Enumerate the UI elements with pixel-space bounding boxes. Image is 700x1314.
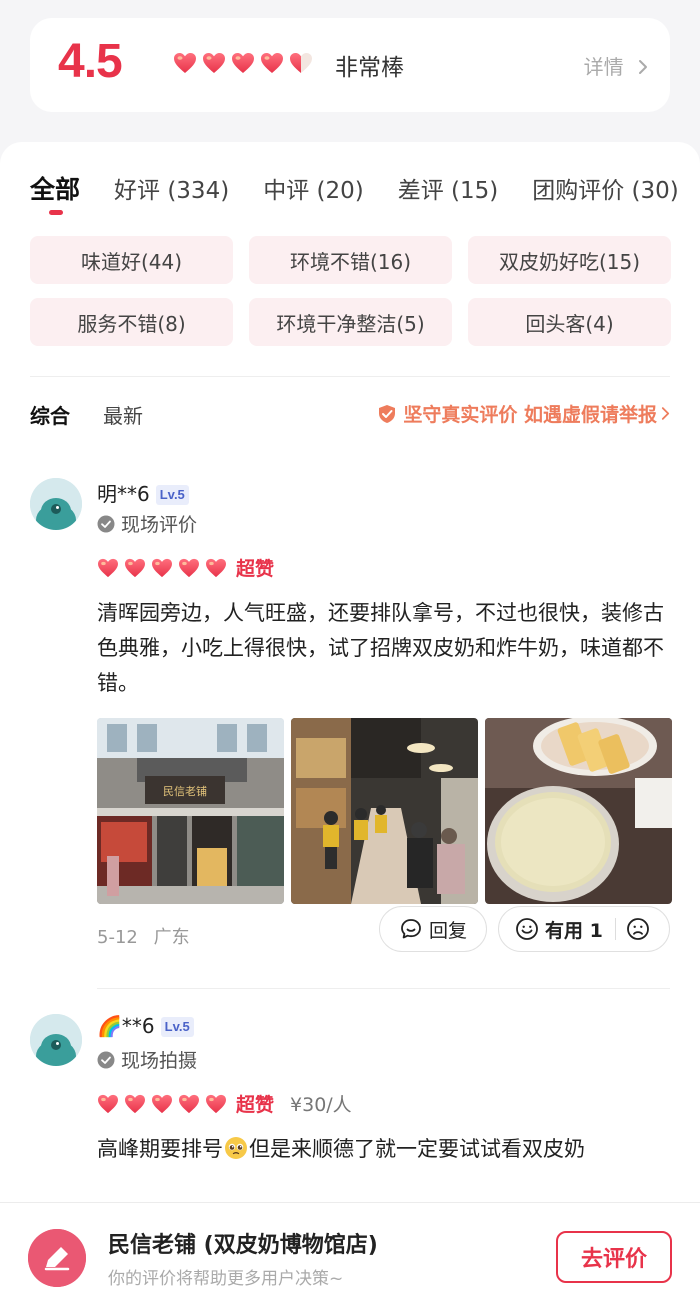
reply-label: 回复	[428, 919, 467, 942]
tab-positive[interactable]: 好评 (334)	[114, 171, 229, 205]
shop-subtitle: 你的评价将帮助更多用户决策~	[108, 1269, 344, 1289]
check-badge-icon	[97, 515, 115, 532]
check-badge-icon	[97, 1051, 115, 1068]
smile-icon	[516, 918, 538, 940]
review-photo[interactable]	[291, 718, 478, 904]
verified-label-text: 现场拍摄	[121, 1050, 198, 1072]
rating-word: 超赞	[236, 558, 275, 580]
useful-label: 有用 1	[545, 919, 603, 942]
not-useful-button[interactable]	[626, 917, 656, 941]
rating-score: 4.5	[58, 35, 123, 88]
authenticity-notice-text: 坚守真实评价 如遇虚假请举报	[403, 404, 657, 426]
verified-label: 现场评价	[97, 510, 197, 537]
rating-hearts	[173, 52, 313, 74]
sort-comprehensive[interactable]: 综合	[30, 400, 70, 429]
review-rating: 超赞 ¥30/人	[97, 1090, 352, 1117]
heart-icon	[178, 558, 200, 578]
tag-good-service[interactable]: 服务不错(8)	[30, 298, 233, 346]
useful-feedback: 有用 1	[498, 906, 670, 952]
write-review-icon[interactable]	[28, 1229, 86, 1287]
heart-icon	[97, 558, 119, 578]
photo-sign-text: 民信老铺	[163, 785, 207, 798]
tag-nice-environment[interactable]: 环境不错(16)	[249, 236, 452, 284]
reviewer-name-text: 明**6	[97, 482, 150, 506]
tag-taste-good[interactable]: 味道好(44)	[30, 236, 233, 284]
active-tab-indicator	[49, 210, 63, 215]
review-tags: 味道好(44) 环境不错(16) 双皮奶好吃(15) 服务不错(8) 环境干净整…	[30, 236, 671, 346]
level-badge: Lv.5	[160, 1017, 194, 1037]
write-review-button[interactable]: 去评价	[556, 1231, 672, 1283]
heart-icon	[124, 1094, 146, 1114]
chevron-right-icon	[638, 55, 648, 79]
reviewer-name-text: 🌈**6	[97, 1014, 155, 1038]
review-rating: 超赞	[97, 554, 274, 581]
review-photo[interactable]: 民信老铺	[97, 718, 284, 904]
divider	[97, 988, 670, 989]
rating-word: 超赞	[236, 1094, 275, 1116]
divider	[30, 376, 670, 377]
heart-icon	[151, 558, 173, 578]
review-text-part: 高峰期要排号	[97, 1137, 223, 1161]
heart-icon	[151, 1094, 173, 1114]
sort-latest[interactable]: 最新	[103, 400, 143, 429]
level-badge: Lv.5	[155, 485, 189, 505]
shop-name: 民信老铺 (双皮奶博物馆店)	[108, 1233, 378, 1258]
authenticity-notice-link[interactable]: 坚守真实评价 如遇虚假请举报	[377, 400, 670, 427]
heart-icon	[173, 52, 197, 74]
review-item: 🌈**6 Lv.5 现场拍摄 超赞 ¥30/人 高峰期要排号 但是来顺德了就一定要试…	[30, 1014, 670, 1202]
half-heart-icon	[289, 52, 313, 74]
avatar[interactable]	[30, 1014, 82, 1066]
tab-all[interactable]: 全部	[30, 170, 80, 206]
price-per-person: ¥30/人	[290, 1094, 352, 1116]
reviews-panel: 全部 好评 (334) 中评 (20) 差评 (15) 团购评价 (30) 味道…	[0, 142, 700, 1202]
divider	[614, 918, 616, 940]
sort-bar: 综合 最新 坚守真实评价 如遇虚假请举报	[30, 400, 670, 430]
reply-button[interactable]: 回复	[379, 906, 487, 952]
review-text-part: 但是来顺德了就一定要试试看双皮奶	[249, 1137, 585, 1161]
heart-icon	[260, 52, 284, 74]
shield-check-icon	[377, 404, 397, 424]
verified-label: 现场拍摄	[97, 1046, 197, 1073]
review-item: 明**6 Lv.5 现场评价 超赞 清晖园旁边，人气旺盛，还要排队拿号，不过也很快…	[30, 478, 672, 958]
rating-detail-link[interactable]: 详情	[584, 51, 648, 80]
review-filter-tabs: 全部 好评 (334) 中评 (20) 差评 (15) 团购评价 (30)	[30, 170, 679, 206]
useful-button[interactable]: 有用 1	[499, 916, 603, 943]
rating-summary-card: 4.5 非常棒 详情	[30, 18, 670, 112]
review-photo[interactable]	[485, 718, 672, 904]
heart-icon	[124, 558, 146, 578]
heart-icon	[202, 52, 226, 74]
review-location: 广东	[153, 927, 190, 948]
tab-group-buy[interactable]: 团购评价 (30)	[532, 171, 679, 205]
heart-icon	[97, 1094, 119, 1114]
rating-detail-label: 详情	[583, 55, 624, 79]
tab-neutral[interactable]: 中评 (20)	[263, 171, 364, 205]
heart-icon	[205, 1094, 227, 1114]
review-date: 5-12	[97, 927, 138, 948]
avatar[interactable]	[30, 478, 82, 530]
tag-clean-environment[interactable]: 环境干净整洁(5)	[249, 298, 452, 346]
reviewer-name[interactable]: 明**6 Lv.5	[97, 478, 189, 507]
review-meta: 5-12 广东	[97, 923, 190, 949]
heart-icon	[231, 52, 255, 74]
rating-label: 非常棒	[335, 55, 404, 81]
tag-double-skin-milk[interactable]: 双皮奶好吃(15)	[468, 236, 671, 284]
heart-icon	[205, 558, 227, 578]
reviewer-name[interactable]: 🌈**6 Lv.5	[97, 1014, 194, 1038]
tab-negative[interactable]: 差评 (15)	[398, 171, 499, 205]
review-photos: 民信老铺	[97, 718, 672, 904]
tag-repeat-customer[interactable]: 回头客(4)	[468, 298, 671, 346]
comment-icon	[401, 919, 421, 939]
pleading-face-icon	[225, 1137, 247, 1159]
frown-icon	[626, 918, 649, 940]
chevron-right-icon	[661, 403, 670, 425]
bottom-action-bar: 民信老铺 (双皮奶博物馆店) 你的评价将帮助更多用户决策~ 去评价	[0, 1202, 700, 1314]
verified-label-text: 现场评价	[121, 514, 198, 536]
review-text[interactable]: 清晖园旁边，人气旺盛，还要排队拿号，不过也很快，装修古色典雅，小吃上得很快，试了…	[97, 596, 672, 701]
review-text[interactable]: 高峰期要排号 但是来顺德了就一定要试试看双皮奶	[97, 1132, 672, 1167]
heart-icon	[178, 1094, 200, 1114]
